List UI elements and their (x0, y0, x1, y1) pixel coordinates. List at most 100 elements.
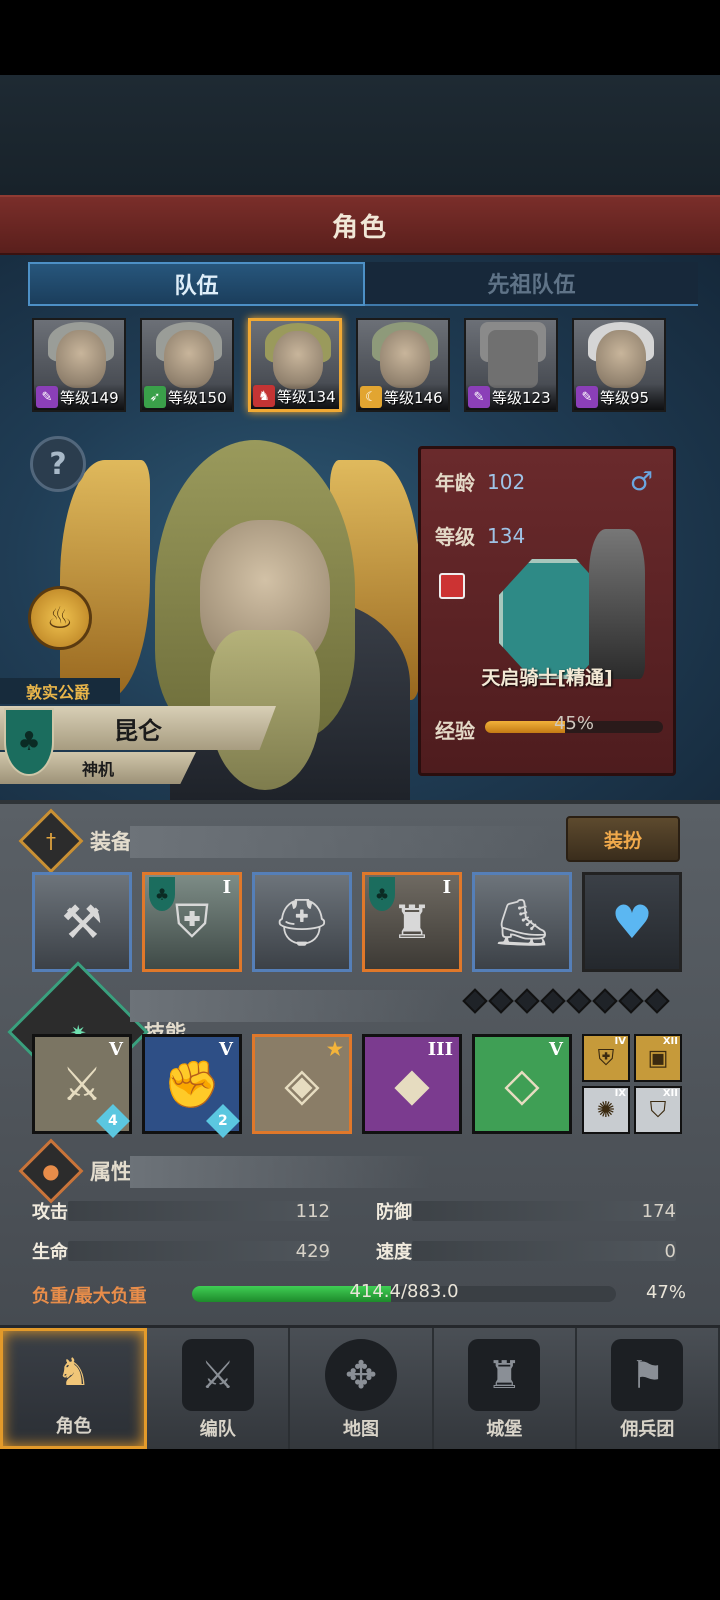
nav-label: 城堡 (486, 1419, 523, 1440)
skill-tier: V (549, 1039, 563, 1060)
nav-formation[interactable]: ⚔ 编队 (147, 1328, 291, 1449)
party-member-2[interactable]: ➶ 等级150 (140, 318, 234, 412)
knight-class-icon: ♞ (253, 385, 275, 407)
nav-map[interactable]: ✥ 地图 (290, 1328, 434, 1449)
skill-point-pip (592, 988, 618, 1014)
bottom-nav: ♞ 角色 ⚔ 编队 ✥ 地图 ♜ 城堡 ⚑ 佣兵团 (0, 1325, 720, 1449)
portrait-face (596, 330, 646, 388)
stat-label: 防御 (376, 1202, 412, 1223)
level-strip: ♞ 等级134 (251, 383, 339, 409)
party-member-5[interactable]: ✎ 等级123 (464, 318, 558, 412)
person-section-icon: ● (18, 1138, 84, 1204)
load-label: 负重/最大负重 (32, 1286, 147, 1307)
skill-badge-count: 4 (108, 1113, 118, 1129)
exp-label: 经验 (435, 719, 475, 743)
party-member-4[interactable]: ☾ 等级146 (356, 318, 450, 412)
portrait-face (380, 330, 430, 388)
level-label: 等级 (435, 525, 475, 549)
hero-title: 敦实公爵 (0, 678, 120, 704)
amulet-icon: ♥ (611, 895, 653, 949)
tree-crest-icon: ♣ (4, 708, 54, 776)
skill-tier: V (219, 1039, 233, 1060)
shield-bash-skill-icon: ✊ (163, 1056, 221, 1111)
stat-value: 0 (664, 1240, 676, 1262)
party-member-level: 等级134 (277, 387, 336, 406)
party-member-level: 等级123 (492, 388, 551, 407)
party-member-3[interactable]: ♞ 等级134 (248, 318, 342, 412)
passive-slot-1[interactable]: IV ⛨ (582, 1034, 630, 1082)
status-bar-area (0, 0, 720, 75)
age-value: 102 (487, 469, 526, 494)
equip-slot-boots[interactable]: ⛸ (472, 872, 572, 972)
party-member-level: 等级146 (384, 388, 443, 407)
team-tabs: 队伍 先祖队伍 (28, 262, 698, 306)
top-background (0, 75, 720, 195)
level-strip: ✎ 等级123 (466, 384, 556, 410)
passive-tier: XII (662, 1088, 678, 1099)
skill-slot-5[interactable]: V ◇ (472, 1034, 572, 1134)
party-member-1[interactable]: ✎ 等级149 (32, 318, 126, 412)
nav-mercenary[interactable]: ⚑ 佣兵团 (576, 1328, 720, 1449)
attributes-header: ● 属性 (18, 1138, 132, 1204)
nav-label: 地图 (343, 1419, 379, 1440)
skill-slot-4[interactable]: III ◆ (362, 1034, 462, 1134)
skill-star: ★ (326, 1039, 343, 1060)
equip-slot-amulet[interactable]: ♥ (582, 872, 682, 972)
party-member-level: 等级150 (168, 388, 227, 407)
stat-label: 速度 (376, 1242, 412, 1263)
dress-button[interactable]: 装扮 (566, 816, 680, 862)
crystal-power-skill-icon: ◆ (394, 1057, 430, 1111)
section-divider (130, 990, 450, 1022)
nav-castle[interactable]: ♜ 城堡 (433, 1328, 577, 1449)
equip-slot-armor[interactable]: ♣ I ♜ (362, 872, 462, 972)
hero-info-panel: 年龄 102 ♂ 等级 134 天启骑士[精通] 经验 45% (418, 446, 676, 776)
passive-slot-3[interactable]: IX ✺ (582, 1086, 630, 1134)
portrait-face (488, 330, 538, 388)
system-nav-area (0, 1449, 720, 1600)
party-member-6[interactable]: ✎ 等级95 (572, 318, 666, 412)
skill-tier: V (109, 1039, 123, 1060)
equipment-title: 装备 (90, 830, 132, 854)
skill-slots: V ⚔ 4 V ✊ 2 ★ ◈ III ◆ V ◇ IV ⛨ XII ▣ IX … (32, 1034, 682, 1138)
skill-slot-3[interactable]: ★ ◈ (252, 1034, 352, 1134)
skill-point-pip (488, 988, 514, 1014)
cleric-class-icon: ☾ (360, 386, 382, 408)
shield-passive-icon: ⛨ (597, 1045, 615, 1071)
nav-label: 编队 (199, 1419, 236, 1440)
mace-icon: ⚒ (61, 895, 103, 949)
equip-tier: I (222, 877, 231, 898)
stat-bar (412, 1241, 676, 1261)
archer-class-icon: ➶ (144, 386, 166, 408)
skill-point-pip (540, 988, 566, 1014)
passive-slot-4[interactable]: XII ⛉ (634, 1086, 682, 1134)
exp-row: 经验 (435, 715, 475, 744)
skill-slot-2[interactable]: V ✊ 2 (142, 1034, 242, 1138)
skill-slot-1[interactable]: V ⚔ 4 (32, 1034, 132, 1138)
equipment-slots: ⚒ ♣ I ⛨ ⛑ ♣ I ♜ ⛸ ♥ (32, 872, 682, 972)
equip-slot-helmet[interactable]: ⛑ (252, 872, 352, 972)
block-passive-icon: ▣ (647, 1045, 669, 1071)
potion-bag-icon: ♨ (46, 600, 74, 636)
golden-wing-left (60, 460, 150, 700)
crystal-heal-skill-icon: ◇ (504, 1057, 540, 1111)
mage-class-icon: ✎ (36, 386, 58, 408)
skill-point-pip (462, 988, 488, 1014)
helmet-icon: ⛑ (272, 894, 332, 949)
attributes-title: 属性 (90, 1160, 132, 1184)
skill-point-pip (618, 988, 644, 1014)
shield-plus-passive-icon: ⛉ (649, 1097, 667, 1123)
hero-name-block: 敦实公爵 昆仑 神机 ♣ (0, 678, 280, 788)
knight-rank-icon (439, 573, 465, 599)
shield-icon: ⛨ (174, 894, 210, 948)
tab-team[interactable]: 队伍 (28, 262, 365, 306)
passive-slot-2[interactable]: XII ▣ (634, 1034, 682, 1082)
potion-button[interactable]: ♨ (28, 586, 92, 650)
nav-character[interactable]: ♞ 角色 (0, 1328, 148, 1449)
equip-slot-shield[interactable]: ♣ I ⛨ (142, 872, 242, 972)
skill-points-pips (462, 988, 670, 1014)
portrait-face (56, 330, 106, 388)
crystal-skill-icon: ◈ (284, 1057, 320, 1111)
tab-ancestor-team[interactable]: 先祖队伍 (365, 262, 698, 306)
help-button[interactable]: ? (30, 436, 86, 492)
equip-slot-weapon[interactable]: ⚒ (32, 872, 132, 972)
